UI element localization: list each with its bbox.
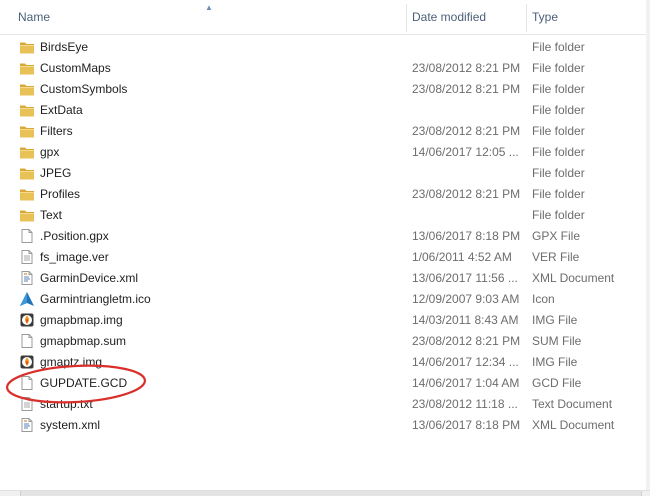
file-name: gpx <box>40 145 60 159</box>
file-date-modified: 23/08/2012 8:21 PM <box>412 82 521 96</box>
text-file-icon <box>19 249 35 265</box>
img-file-icon <box>19 354 35 370</box>
file-row[interactable]: CustomMaps 23/08/2012 8:21 PM File folder <box>0 58 650 79</box>
file-type: SUM File <box>532 334 582 348</box>
file-row[interactable]: gmapbmap.sum 23/08/2012 8:21 PM SUM File <box>0 331 650 352</box>
file-row[interactable]: gpx 14/06/2017 12:05 ... File folder <box>0 142 650 163</box>
file-name: system.xml <box>40 418 100 432</box>
img-file-icon <box>19 312 35 328</box>
file-name: GarminDevice.xml <box>40 271 139 285</box>
file-type: GCD File <box>532 376 582 390</box>
folder-icon <box>19 123 35 139</box>
file-row[interactable]: gmaptz.img 14/06/2017 12:34 ... IMG File <box>0 352 650 373</box>
file-date-modified: 14/03/2011 8:43 AM <box>412 313 519 327</box>
file-list: BirdsEye File folder CustomMaps 23/08/2012 … <box>0 37 650 436</box>
file-date-modified: 13/06/2017 11:56 ... <box>412 271 518 285</box>
file-type: Text Document <box>532 397 613 411</box>
xml-file-icon <box>19 417 35 433</box>
file-name: CustomSymbols <box>40 82 128 96</box>
file-type: GPX File <box>532 229 581 243</box>
file-type: File folder <box>532 40 585 54</box>
file-type: File folder <box>532 61 585 75</box>
file-row[interactable]: Filters 23/08/2012 8:21 PM File folder <box>0 121 650 142</box>
file-date-modified: 12/09/2007 9:03 AM <box>412 292 520 306</box>
file-row[interactable]: Profiles 23/08/2012 8:21 PM File folder <box>0 184 650 205</box>
file-row[interactable]: gmapbmap.img 14/03/2011 8:43 AM IMG File <box>0 310 650 331</box>
file-name: Filters <box>40 124 73 138</box>
folder-icon <box>19 207 35 223</box>
file-row[interactable]: system.xml 13/06/2017 8:18 PM XML Document <box>0 415 650 436</box>
garmin-triangle-icon <box>19 291 35 307</box>
file-date-modified: 1/06/2011 4:52 AM <box>412 250 512 264</box>
file-type: File folder <box>532 187 585 201</box>
folder-icon <box>19 60 35 76</box>
file-icon <box>19 375 35 391</box>
horizontal-scrollbar[interactable] <box>0 490 650 496</box>
file-type: XML Document <box>532 271 615 285</box>
file-type: File folder <box>532 103 585 117</box>
file-row[interactable]: startup.txt 23/08/2012 11:18 ... Text Docu… <box>0 394 650 415</box>
folder-icon <box>19 186 35 202</box>
file-date-modified: 14/06/2017 12:05 ... <box>412 145 519 159</box>
file-name: CustomMaps <box>40 61 111 75</box>
file-type: VER File <box>532 250 580 264</box>
text-file-icon <box>19 396 35 412</box>
window-right-edge <box>646 0 650 495</box>
file-type: File folder <box>532 208 585 222</box>
file-name: fs_image.ver <box>40 250 109 264</box>
file-type: File folder <box>532 145 585 159</box>
file-name: gmapbmap.sum <box>40 334 127 348</box>
folder-icon <box>19 39 35 55</box>
file-type: File folder <box>532 124 585 138</box>
folder-icon <box>19 165 35 181</box>
file-name: GUPDATE.GCD <box>40 376 128 390</box>
file-type: IMG File <box>532 313 578 327</box>
file-row[interactable]: CustomSymbols 23/08/2012 8:21 PM File fold… <box>0 79 650 100</box>
file-date-modified: 23/08/2012 8:21 PM <box>412 124 521 138</box>
folder-icon <box>19 144 35 160</box>
file-row[interactable]: JPEG File folder <box>0 163 650 184</box>
file-name: Profiles <box>40 187 81 201</box>
file-date-modified: 23/08/2012 11:18 ... <box>412 397 518 411</box>
file-type: File folder <box>532 166 585 180</box>
file-row[interactable]: Garmintriangletm.ico 12/09/2007 9:03 AM Ic… <box>0 289 650 310</box>
file-row[interactable]: .Position.gpx 13/06/2017 8:18 PM GPX File <box>0 226 650 247</box>
file-type: Icon <box>532 292 555 306</box>
file-date-modified: 13/06/2017 8:18 PM <box>412 418 521 432</box>
file-date-modified: 14/06/2017 12:34 ... <box>412 355 519 369</box>
file-name: Text <box>40 208 63 222</box>
file-name: ExtData <box>40 103 83 117</box>
sort-ascending-icon: ▲ <box>205 3 213 12</box>
file-row[interactable]: Text File folder <box>0 205 650 226</box>
file-name: JPEG <box>40 166 72 180</box>
file-date-modified: 13/06/2017 8:18 PM <box>412 229 521 243</box>
column-header-bar: Name ▲ Date modified Type <box>0 0 650 35</box>
file-name: .Position.gpx <box>40 229 109 243</box>
file-row[interactable]: BirdsEye File folder <box>0 37 650 58</box>
column-header-type[interactable]: Type <box>526 0 650 34</box>
file-type: XML Document <box>532 418 615 432</box>
file-name: Garmintriangletm.ico <box>40 292 151 306</box>
file-name: gmapbmap.img <box>40 313 123 327</box>
file-date-modified: 23/08/2012 8:21 PM <box>412 334 521 348</box>
scrollbar-thumb[interactable] <box>20 491 642 496</box>
file-date-modified: 23/08/2012 8:21 PM <box>412 187 521 201</box>
file-row[interactable]: GUPDATE.GCD 14/06/2017 1:04 AM GCD File <box>0 373 650 394</box>
file-type: IMG File <box>532 355 578 369</box>
xml-file-icon <box>19 270 35 286</box>
file-row[interactable]: fs_image.ver 1/06/2011 4:52 AM VER File <box>0 247 650 268</box>
file-icon <box>19 333 35 349</box>
file-date-modified: 23/08/2012 8:21 PM <box>412 61 521 75</box>
file-name: gmaptz.img <box>40 355 103 369</box>
folder-icon <box>19 102 35 118</box>
file-row[interactable]: ExtData File folder <box>0 100 650 121</box>
folder-icon <box>19 81 35 97</box>
file-name: startup.txt <box>40 397 93 411</box>
file-date-modified: 14/06/2017 1:04 AM <box>412 376 520 390</box>
file-row[interactable]: GarminDevice.xml 13/06/2017 11:56 ... XML … <box>0 268 650 289</box>
file-icon <box>19 228 35 244</box>
file-type: File folder <box>532 82 585 96</box>
file-name: BirdsEye <box>40 40 89 54</box>
column-header-date-modified[interactable]: Date modified <box>406 0 526 34</box>
